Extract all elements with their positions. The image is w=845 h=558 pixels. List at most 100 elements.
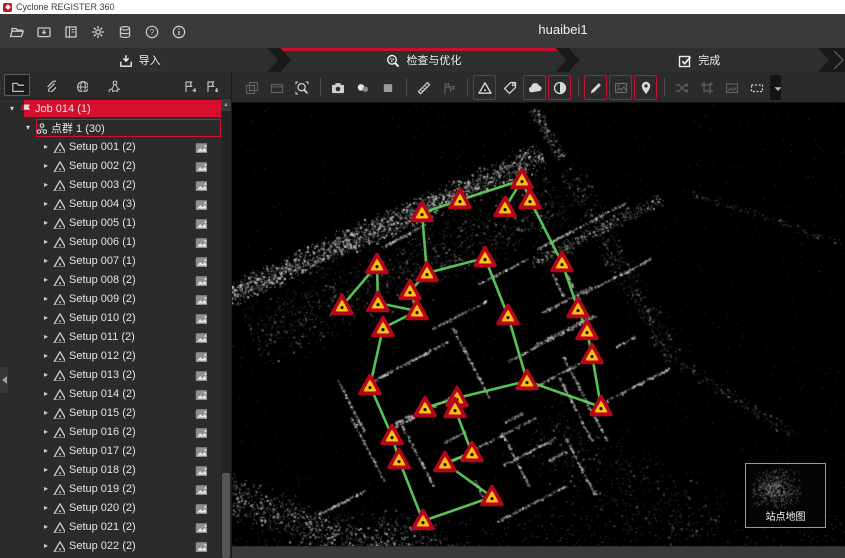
caret-right-icon[interactable]: ▸: [40, 275, 52, 284]
show-pointcloud-toggle[interactable]: [523, 75, 546, 100]
help-button[interactable]: [139, 20, 163, 42]
setup-marker[interactable]: [552, 253, 572, 271]
caret-right-icon[interactable]: ▸: [40, 313, 52, 322]
setup-marker[interactable]: [577, 321, 597, 339]
show-images-toggle[interactable]: [609, 75, 632, 100]
tree-setup-row[interactable]: ▸Setup 006 (1): [0, 232, 221, 251]
tree-photo-icon[interactable]: [194, 273, 207, 286]
setup-marker[interactable]: [417, 263, 437, 281]
setup-marker[interactable]: [582, 345, 602, 363]
setup-marker[interactable]: [498, 306, 518, 324]
tree-setup-row[interactable]: ▸Setup 020 (2): [0, 498, 221, 517]
setup-marker[interactable]: [367, 255, 387, 273]
tree-setup-row[interactable]: ▸Setup 018 (2): [0, 460, 221, 479]
tree-photo-icon[interactable]: [194, 254, 207, 267]
caret-right-icon[interactable]: ▸: [40, 541, 52, 550]
caret-right-icon[interactable]: ▸: [40, 427, 52, 436]
sitemap-minimap[interactable]: 站点地图: [745, 463, 826, 528]
caret-right-icon[interactable]: ▸: [40, 503, 52, 512]
tree-setup-row[interactable]: ▸Setup 002 (2): [0, 156, 221, 175]
tree-setup-row[interactable]: ▸Setup 004 (3): [0, 194, 221, 213]
setup-marker[interactable]: [415, 398, 435, 416]
tree-setup-row[interactable]: ▸Setup 012 (2): [0, 346, 221, 365]
open-project-button[interactable]: [4, 20, 28, 42]
setup-marker[interactable]: [413, 511, 433, 529]
image-tool-button[interactable]: [720, 75, 743, 100]
report-panel-button[interactable]: [58, 20, 82, 42]
tree-cluster-row[interactable]: ▾ 点群 1 (30): [0, 118, 221, 137]
links-tab[interactable]: [36, 74, 62, 96]
tree-photo-icon[interactable]: [194, 444, 207, 457]
setup-marker[interactable]: [407, 301, 427, 319]
rect-select-dropdown-button[interactable]: [770, 75, 781, 100]
tree-photo-icon[interactable]: [194, 311, 207, 324]
annotate-button[interactable]: [437, 75, 460, 100]
workflow-tab-finalize[interactable]: 完成: [569, 48, 829, 72]
tree-photo-icon[interactable]: [194, 368, 207, 381]
caret-right-icon[interactable]: ▸: [40, 332, 52, 341]
caret-right-icon[interactable]: ▸: [40, 180, 52, 189]
color-mode-button[interactable]: [351, 75, 374, 100]
setup-marker[interactable]: [462, 443, 482, 461]
caret-right-icon[interactable]: ▸: [40, 465, 52, 474]
add-bundle-button[interactable]: [179, 74, 199, 96]
caret-right-icon[interactable]: ▸: [40, 351, 52, 360]
show-links-toggle[interactable]: [584, 75, 607, 100]
caret-right-icon[interactable]: ▸: [40, 142, 52, 151]
tree-photo-icon[interactable]: [194, 330, 207, 343]
setup-marker[interactable]: [412, 203, 432, 221]
tree-photo-icon[interactable]: [194, 387, 207, 400]
caret-right-icon[interactable]: ▸: [40, 237, 52, 246]
caret-right-icon[interactable]: ▸: [40, 161, 52, 170]
tree-setup-row[interactable]: ▸Setup 021 (2): [0, 517, 221, 536]
setup-marker[interactable]: [360, 376, 380, 394]
swap-link-button[interactable]: [670, 75, 693, 100]
setup-marker[interactable]: [435, 453, 455, 471]
tree-setup-row[interactable]: ▸Setup 019 (2): [0, 479, 221, 498]
tree-photo-icon[interactable]: [194, 235, 207, 248]
tree-photo-icon[interactable]: [194, 406, 207, 419]
tree-setup-row[interactable]: ▸Setup 014 (2): [0, 384, 221, 403]
caret-right-icon[interactable]: ▸: [40, 389, 52, 398]
setup-marker[interactable]: [373, 318, 393, 336]
tree-setup-row[interactable]: ▸Setup 010 (2): [0, 308, 221, 327]
settings-gear-button[interactable]: [85, 20, 109, 42]
caret-right-icon[interactable]: ▸: [40, 522, 52, 531]
show-geotags-toggle[interactable]: [634, 75, 657, 100]
caret-right-icon[interactable]: ▸: [40, 218, 52, 227]
sidebar-scrollbar[interactable]: ▲: [221, 99, 231, 558]
setup-marker[interactable]: [482, 487, 502, 505]
caret-down-icon[interactable]: ▾: [6, 104, 18, 113]
caret-down-icon[interactable]: ▾: [22, 123, 34, 132]
show-labels-toggle[interactable]: [498, 75, 521, 100]
setup-marker[interactable]: [389, 450, 409, 468]
caret-right-icon[interactable]: ▸: [40, 294, 52, 303]
import-project-button[interactable]: [31, 20, 55, 42]
sidebar-collapse-handle[interactable]: [0, 367, 8, 393]
window-view-button[interactable]: [265, 75, 288, 100]
pointcloud-viewport[interactable]: 站点地图: [232, 103, 845, 546]
tree-photo-icon[interactable]: [194, 349, 207, 362]
caret-right-icon[interactable]: ▸: [40, 408, 52, 417]
import-bundle-button[interactable]: [201, 74, 221, 96]
setup-marker[interactable]: [520, 190, 540, 208]
copy-view-button[interactable]: [240, 75, 263, 100]
show-setups-toggle[interactable]: [473, 75, 496, 100]
setup-marker[interactable]: [512, 170, 532, 188]
tree-photo-icon[interactable]: [194, 482, 207, 495]
setup-marker[interactable]: [475, 248, 495, 266]
tree-setup-row[interactable]: ▸Setup 001 (2): [0, 137, 221, 156]
project-explorer-tab[interactable]: [4, 74, 30, 96]
tree-setup-row[interactable]: ▸Setup 011 (2): [0, 327, 221, 346]
tree-setup-row[interactable]: ▸Setup 015 (2): [0, 403, 221, 422]
graph-tab[interactable]: [100, 74, 126, 96]
tree-setup-row[interactable]: ▸Setup 017 (2): [0, 441, 221, 460]
scrollbar-thumb[interactable]: [222, 473, 230, 558]
caret-right-icon[interactable]: ▸: [40, 370, 52, 379]
tree-setup-row[interactable]: ▸Setup 022 (2): [0, 536, 221, 555]
fill-view-button[interactable]: [376, 75, 399, 100]
tree-setup-row[interactable]: ▸Setup 008 (2): [0, 270, 221, 289]
tree-photo-icon[interactable]: [194, 178, 207, 191]
tree-photo-icon[interactable]: [194, 539, 207, 552]
measure-button[interactable]: [412, 75, 435, 100]
